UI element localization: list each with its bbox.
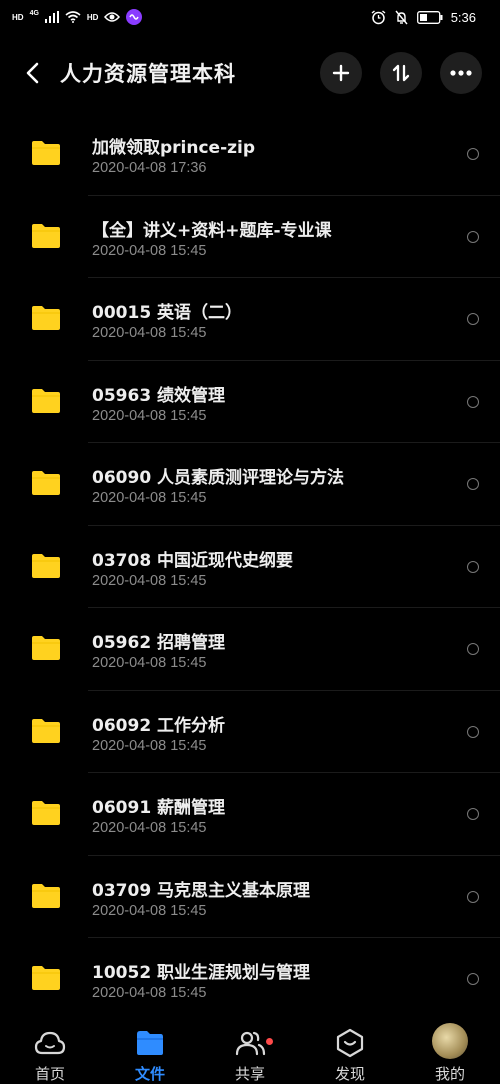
select-radio[interactable] (467, 148, 479, 160)
folder-icon (32, 141, 60, 165)
tab-share-label: 共享 (234, 1065, 265, 1083)
file-list-item[interactable]: 06092 工作分析 2020-04-08 15:45 (0, 691, 500, 773)
tab-discover-label: 发现 (334, 1065, 365, 1083)
file-name: 加微领取prince-zip (92, 138, 256, 158)
cloud-icon (34, 1031, 66, 1055)
file-name: 00015 英语（二） (92, 303, 243, 323)
file-list-item[interactable]: 06091 薪酬管理 2020-04-08 15:45 (0, 773, 500, 856)
folder-icon (32, 718, 60, 743)
file-list-item[interactable]: 00015 英语（二） 2020-04-08 15:45 (0, 278, 500, 361)
sort-button[interactable] (380, 52, 422, 94)
eye-icon (104, 12, 121, 22)
file-list-item[interactable]: 05963 绩效管理 2020-04-08 15:45 (0, 361, 500, 443)
file-date: 2020-04-08 17:36 (92, 160, 207, 176)
tab-mine[interactable]: 我的 (400, 1018, 500, 1083)
file-date: 2020-04-08 15:45 (92, 407, 207, 424)
select-radio[interactable] (467, 643, 479, 655)
file-name: 10052 职业生涯规划与管理 (92, 963, 311, 983)
file-date: 2020-04-08 15:45 (92, 985, 207, 1001)
file-date: 2020-04-08 15:45 (92, 490, 207, 506)
file-date: 2020-04-08 15:45 (92, 737, 207, 754)
select-radio[interactable] (467, 230, 479, 243)
select-radio[interactable] (467, 973, 479, 985)
network-type: 4G (29, 9, 39, 17)
status-right: 5:36 (371, 8, 476, 26)
bottom-nav: 首页 文件 共享 发现 我的 (0, 1018, 500, 1083)
plus-icon (332, 64, 350, 82)
file-list: 加微领取prince-zip 2020-04-08 17:36 【全】讲义+资料… (0, 113, 500, 1021)
tab-discover[interactable]: 发现 (300, 1018, 400, 1083)
file-name: 【全】讲义+资料+题库-专业课 (92, 220, 332, 241)
file-date: 2020-04-08 15:45 (92, 242, 207, 259)
folder-icon (32, 883, 60, 908)
folder-icon (32, 636, 60, 660)
folder-icon (32, 801, 60, 825)
tab-mine-label: 我的 (434, 1065, 465, 1083)
file-list-item[interactable]: 10052 职业生涯规划与管理 2020-04-08 15:45 (0, 938, 500, 1021)
signal-icon (44, 11, 59, 23)
file-list-item[interactable]: 加微领取prince-zip 2020-04-08 17:36 (0, 113, 500, 196)
more-dots-icon (450, 70, 472, 76)
file-name: 03709 马克思主义基本原理 (92, 880, 311, 901)
folder-icon (32, 966, 60, 990)
file-list-item[interactable]: 03708 中国近现代史纲要 2020-04-08 15:45 (0, 526, 500, 608)
mute-bell-icon (395, 10, 408, 24)
folder-icon (137, 1031, 163, 1055)
file-date: 2020-04-08 15:45 (92, 325, 207, 341)
folder-icon (32, 553, 60, 578)
file-list-item[interactable]: 05962 招聘管理 2020-04-08 15:45 (0, 608, 500, 691)
tab-home-label: 首页 (34, 1065, 65, 1083)
notification-badge (266, 1038, 273, 1045)
folder-icon (32, 388, 60, 413)
tab-home[interactable]: 首页 (0, 1018, 100, 1083)
hd-indicator: HD (12, 12, 24, 22)
status-bar: HD 4G HD 5:36 (0, 0, 500, 34)
sort-arrows-icon (392, 64, 410, 82)
file-name: 05962 招聘管理 (92, 633, 226, 653)
file-name: 03708 中国近现代史纲要 (92, 550, 294, 571)
file-date: 2020-04-08 15:45 (92, 902, 207, 919)
people-icon (235, 1031, 266, 1056)
folder-icon (32, 471, 60, 495)
file-date: 2020-04-08 15:45 (92, 572, 207, 589)
avatar (432, 1023, 468, 1059)
clock-time: 5:36 (450, 9, 476, 25)
file-date: 2020-04-08 15:45 (92, 655, 207, 671)
select-radio[interactable] (467, 395, 479, 408)
alarm-icon (371, 9, 386, 24)
compass-icon (336, 1028, 364, 1058)
tab-files[interactable]: 文件 (100, 1018, 200, 1083)
back-arrow-icon[interactable] (20, 59, 48, 87)
status-left: HD 4G HD (12, 9, 143, 25)
tab-share[interactable]: 共享 (200, 1018, 300, 1083)
file-list-item[interactable]: 06090 人员素质测评理论与方法 2020-04-08 15:45 (0, 443, 500, 526)
folder-icon (32, 306, 60, 330)
select-radio[interactable] (467, 890, 479, 903)
more-button[interactable] (440, 52, 482, 94)
select-radio[interactable] (467, 478, 479, 490)
select-radio[interactable] (467, 313, 479, 325)
page-title: 人力资源管理本科 (60, 62, 236, 86)
file-list-item[interactable]: 【全】讲义+资料+题库-专业课 2020-04-08 15:45 (0, 196, 500, 278)
battery-icon (416, 10, 443, 24)
file-name: 05963 绩效管理 (92, 385, 226, 406)
file-date: 2020-04-08 15:45 (92, 820, 207, 836)
select-radio[interactable] (467, 560, 479, 573)
add-button[interactable] (320, 52, 362, 94)
file-list-item[interactable]: 03709 马克思主义基本原理 2020-04-08 15:45 (0, 856, 500, 938)
wifi-icon (65, 11, 81, 23)
select-radio[interactable] (467, 725, 479, 738)
app-header: 人力资源管理本科 (0, 50, 500, 98)
folder-icon (32, 223, 60, 248)
select-radio[interactable] (467, 808, 479, 820)
file-name: 06090 人员素质测评理论与方法 (92, 468, 345, 488)
file-name: 06091 薪酬管理 (92, 798, 226, 818)
file-name: 06092 工作分析 (92, 715, 226, 736)
hd-indicator-2: HD (86, 12, 99, 22)
app-notification-icon (126, 9, 143, 25)
tab-files-label: 文件 (134, 1065, 165, 1083)
